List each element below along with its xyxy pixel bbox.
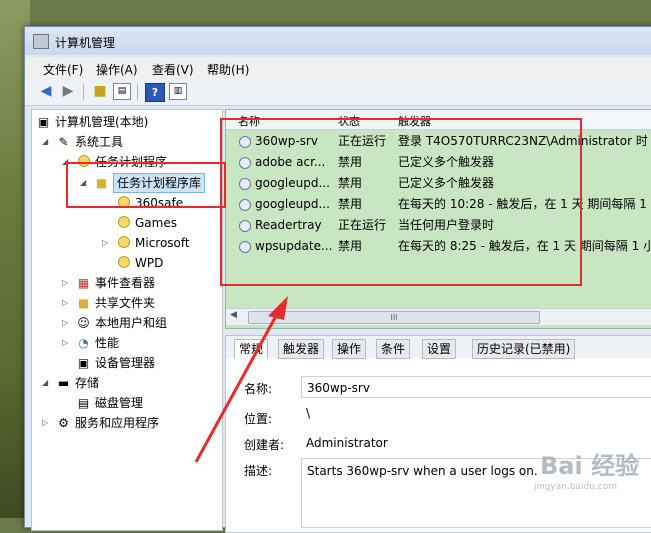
watermark-url: jingyan.baidu.com xyxy=(534,482,618,492)
watermark-logo: Bai 经验 xyxy=(540,452,640,480)
annotation-arrow-icon xyxy=(194,296,288,463)
